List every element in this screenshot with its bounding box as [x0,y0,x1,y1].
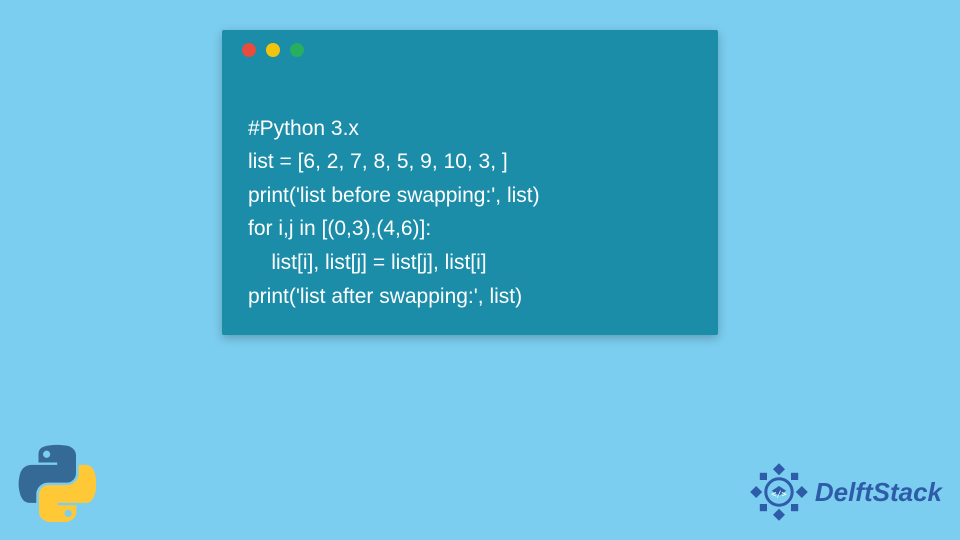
svg-text:</>: </> [771,489,786,499]
code-window: #Python 3.x list = [6, 2, 7, 8, 5, 9, 10… [222,30,718,335]
minimize-icon [266,43,280,57]
code-line: for i,j in [(0,3),(4,6)]: [248,217,431,240]
code-line: #Python 3.x [248,117,359,140]
delftstack-logo: </> DelftStack [749,462,942,522]
code-line: list[i], list[j] = list[j], list[i] [248,251,487,274]
close-icon [242,43,256,57]
code-line: print('list after swapping:', list) [248,285,522,308]
maximize-icon [290,43,304,57]
code-body: #Python 3.x list = [6, 2, 7, 8, 5, 9, 10… [222,70,718,313]
python-logo-icon [18,444,96,522]
code-line: list = [6, 2, 7, 8, 5, 9, 10, 3, ] [248,150,508,173]
window-title-bar [222,30,718,70]
delftstack-emblem-icon: </> [749,462,809,522]
code-line: print('list before swapping:', list) [248,184,540,207]
brand-name: DelftStack [815,477,942,508]
